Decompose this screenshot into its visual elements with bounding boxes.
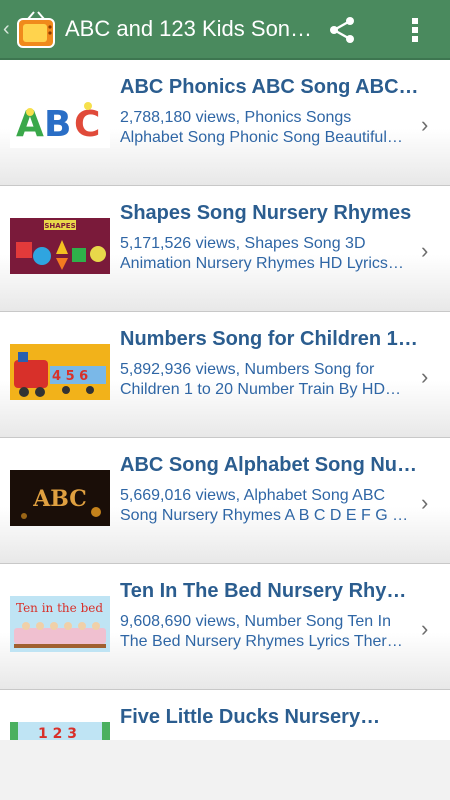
video-views: 5,892,936 views, Numbers Song for <box>120 361 375 378</box>
video-description-line: Song Nursery Rhymes A B C D E F G … <box>120 506 409 524</box>
video-title[interactable]: ABC Song Alphabet Song Nurse… <box>120 452 420 478</box>
video-title[interactable]: Shapes Song Nursery Rhymes <box>120 200 420 226</box>
video-description: 5,171,526 views, Shapes Song 3D Animatio… <box>120 234 420 273</box>
chevron-right-icon[interactable]: › <box>421 364 428 390</box>
video-info: Shapes Song Nursery Rhymes 5,171,526 vie… <box>120 200 420 273</box>
video-description-line: Alphabet Song Phonic Song Beautiful… <box>120 128 403 146</box>
chevron-left-icon[interactable]: ‹ <box>3 18 13 41</box>
app-title: ABC and 123 Kids Son… <box>65 16 313 41</box>
thumbnail-text: 1 2 3 <box>38 726 77 740</box>
bottom-area <box>0 740 450 800</box>
video-info: ABC Phonics ABC Song ABC… 2,788,180 view… <box>120 74 420 147</box>
thumbnail-text: SHAPES <box>44 222 75 230</box>
video-thumbnail: SHAPES <box>10 218 110 274</box>
video-title[interactable]: ABC Phonics ABC Song ABC… <box>120 74 420 100</box>
thumbnail-text: ABC <box>32 486 87 512</box>
video-title[interactable]: Numbers Song for Children 1 to… <box>120 326 420 352</box>
list-item[interactable]: 4 5 6 Numbers Song for Children 1 to… 5,… <box>0 312 450 438</box>
tv-icon[interactable] <box>15 7 57 51</box>
video-description: 5,669,016 views, Alphabet Song ABC Song … <box>120 486 420 525</box>
svg-text:C: C <box>74 104 100 145</box>
video-thumbnail: A B C <box>10 92 110 148</box>
list-item[interactable]: Ten in the bed Ten In The Bed Nursery Rh… <box>0 564 450 690</box>
list-item[interactable]: ABC ABC Song Alphabet Song Nurse… 5,669,… <box>0 438 450 564</box>
video-description-line: The Bed Nursery Rhymes Lyrics Ther… <box>120 632 403 650</box>
thumbnail-text: Ten in the bed <box>16 601 103 615</box>
video-info: Numbers Song for Children 1 to… 5,892,93… <box>120 326 420 399</box>
video-info: ABC Song Alphabet Song Nurse… 5,669,016 … <box>120 452 420 525</box>
video-views: 5,171,526 views, Shapes Song 3D <box>120 235 366 252</box>
chevron-right-icon[interactable]: › <box>421 238 428 264</box>
app-bar: ‹ ABC and 123 Kids Son… <box>0 0 450 60</box>
overflow-menu-icon[interactable] <box>400 10 430 50</box>
list-item[interactable]: SHAPES Shapes Song Nursery Rhymes 5,171,… <box>0 186 450 312</box>
thumbnail-text: 4 5 6 <box>52 369 88 384</box>
video-description: 5,892,936 views, Numbers Song for Childr… <box>120 360 420 399</box>
video-list: A B C ABC Phonics ABC Song ABC… 2,788,18… <box>0 60 450 740</box>
video-views: 2,788,180 views, Phonics Songs <box>120 109 352 126</box>
list-item[interactable]: 1 2 3 Five Little Ducks Nursery… <box>0 690 450 740</box>
video-description: 9,608,690 views, Number Song Ten In The … <box>120 612 420 651</box>
video-thumbnail: 1 2 3 <box>10 722 110 740</box>
video-thumbnail: ABC <box>10 470 110 526</box>
video-thumbnail: 4 5 6 <box>10 344 110 400</box>
video-views: 9,608,690 views, Number Song Ten In <box>120 613 391 630</box>
video-title[interactable]: Five Little Ducks Nursery… <box>120 704 420 730</box>
chevron-right-icon[interactable]: › <box>421 490 428 516</box>
chevron-right-icon[interactable]: › <box>421 112 428 138</box>
video-description: 2,788,180 views, Phonics Songs Alphabet … <box>120 108 420 147</box>
svg-text:B: B <box>44 104 71 145</box>
share-icon[interactable] <box>322 10 362 50</box>
video-views: 5,669,016 views, Alphabet Song ABC <box>120 487 386 504</box>
video-info: Five Little Ducks Nursery… <box>120 704 420 740</box>
video-description-line: Animation Nursery Rhymes HD Lyrics… <box>120 254 404 272</box>
chevron-right-icon[interactable]: › <box>421 616 428 642</box>
video-info: Ten In The Bed Nursery Rhyme… 9,608,690 … <box>120 578 420 651</box>
video-description-line: Children 1 to 20 Number Train By HD… <box>120 380 401 398</box>
video-title[interactable]: Ten In The Bed Nursery Rhyme… <box>120 578 420 604</box>
list-item[interactable]: A B C ABC Phonics ABC Song ABC… 2,788,18… <box>0 60 450 186</box>
video-thumbnail: Ten in the bed <box>10 596 110 652</box>
